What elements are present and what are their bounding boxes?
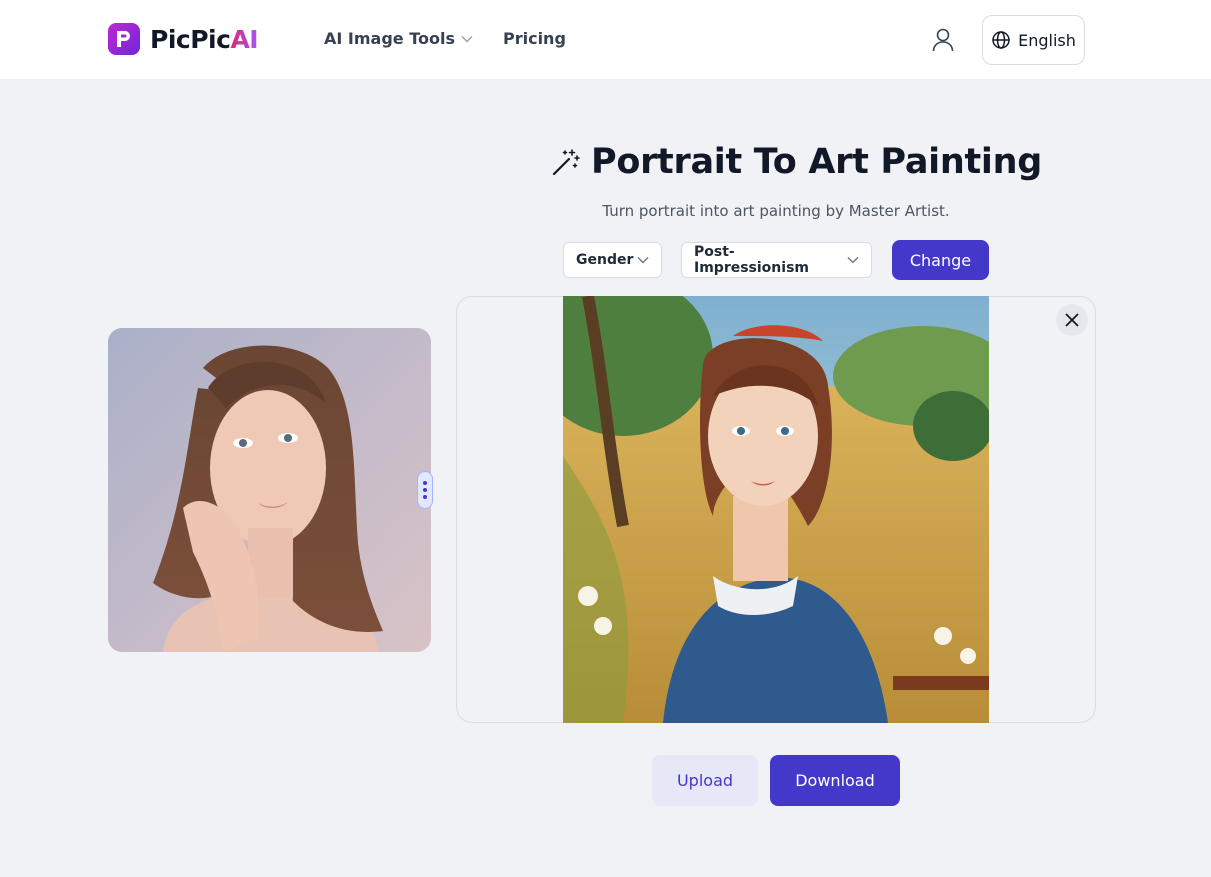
user-account-button[interactable]: [928, 25, 958, 55]
logo-icon: [108, 23, 140, 55]
magic-wand-icon: [552, 149, 580, 176]
nav-ai-image-tools[interactable]: AI Image Tools: [324, 29, 473, 48]
nav-ai-image-tools-label: AI Image Tools: [324, 29, 455, 48]
page-title: Portrait To Art Painting: [551, 142, 1042, 182]
chevron-down-icon: [461, 35, 473, 43]
nav-pricing[interactable]: Pricing: [503, 29, 566, 48]
language-label: English: [1018, 30, 1076, 50]
main-nav: AI Image Tools Pricing: [324, 29, 566, 48]
upload-button[interactable]: Upload: [652, 755, 758, 806]
original-portrait-image: [108, 328, 431, 652]
nav-pricing-label: Pricing: [502, 29, 566, 48]
globe-icon: [992, 31, 1010, 49]
user-icon: [932, 28, 954, 52]
logo[interactable]: PicPicAI: [108, 23, 259, 55]
download-button[interactable]: Download: [770, 755, 900, 806]
style-select-value: Post-Impressionism: [694, 244, 809, 276]
page-subtitle: Turn portrait into art painting by Maste…: [602, 202, 950, 220]
chevron-down-icon: [637, 257, 649, 264]
chevron-down-icon: [847, 257, 859, 264]
site-header: PicPicAI AI Image Tools Pricing English: [0, 0, 1211, 80]
close-icon: [1065, 313, 1079, 327]
compare-drag-handle[interactable]: [417, 471, 433, 509]
gender-select[interactable]: Gender: [563, 242, 662, 278]
gender-select-value: Gender: [576, 252, 634, 268]
language-button[interactable]: English: [982, 15, 1085, 65]
style-select[interactable]: Post-Impressionism: [681, 242, 872, 278]
art-painting-result-image: [563, 296, 989, 723]
logo-text: PicPicAI: [150, 24, 259, 54]
close-button[interactable]: [1056, 304, 1088, 336]
page-title-text: Portrait To Art Painting: [591, 142, 1042, 182]
change-button[interactable]: Change: [892, 240, 989, 280]
